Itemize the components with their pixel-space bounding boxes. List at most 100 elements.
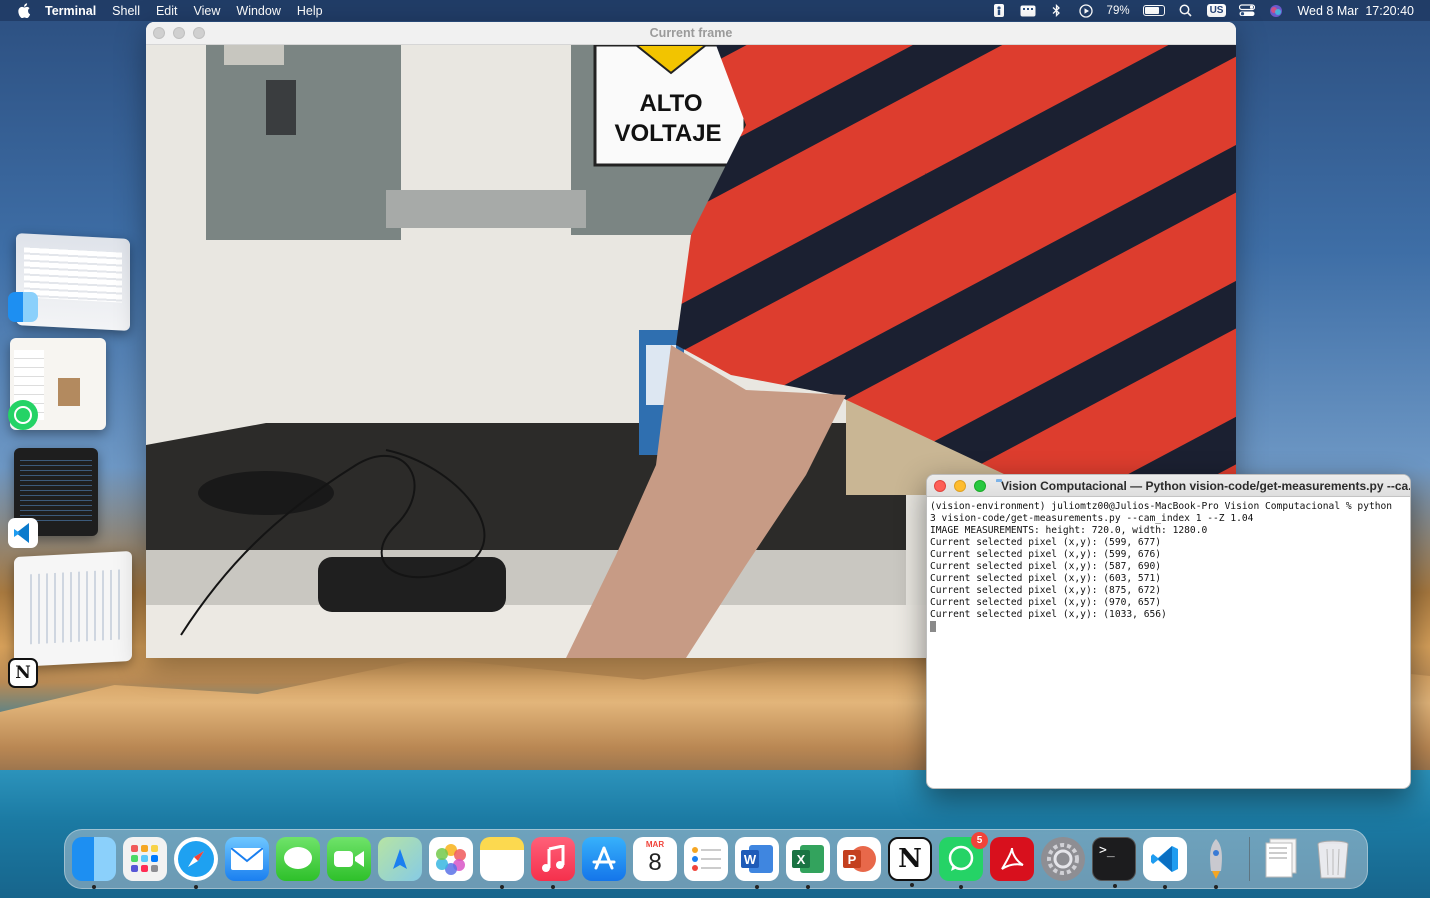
frame-window-titlebar[interactable]: Current frame <box>146 22 1236 45</box>
dock-system-settings[interactable] <box>1041 837 1085 881</box>
input-source-badge[interactable]: US <box>1206 4 1227 17</box>
menubar-clock[interactable]: Wed 8 Mar 17:20:40 <box>1297 4 1414 18</box>
terminal-window-controls <box>934 479 986 492</box>
dock: MAR 8 W X P N 5 >_ <box>64 829 1368 889</box>
calendar-month: MAR <box>645 840 665 849</box>
sign-line-2: VOLTAJE <box>614 120 721 147</box>
dock-launchpad[interactable] <box>123 837 167 881</box>
vscode-icon <box>8 518 38 548</box>
dock-separator <box>1249 837 1250 881</box>
dock-safari[interactable] <box>174 837 218 889</box>
terminal-line: Current selected pixel (x,y): (587, 690) <box>930 561 1162 572</box>
running-indicator <box>755 885 759 889</box>
stage-manager-finder[interactable] <box>8 233 132 331</box>
dock-rocket-app[interactable] <box>1194 837 1238 889</box>
dock-powerpoint[interactable]: P <box>837 837 881 881</box>
stage-manager-vscode[interactable] <box>8 448 100 548</box>
terminal-window[interactable]: Vision Computacional — Python vision-cod… <box>926 474 1411 789</box>
dock-maps[interactable] <box>378 837 422 881</box>
dock-word[interactable]: W <box>735 837 779 889</box>
terminal-line: 3 vision-code/get-measurements.py --cam_… <box>930 513 1254 524</box>
terminal-line: Current selected pixel (x,y): (599, 676) <box>930 549 1162 560</box>
terminal-line: Current selected pixel (x,y): (599, 677) <box>930 537 1162 548</box>
terminal-line: Current selected pixel (x,y): (875, 672) <box>930 585 1162 596</box>
running-indicator <box>92 885 96 889</box>
running-indicator <box>1113 884 1117 888</box>
notion-icon: N <box>8 658 38 688</box>
minimize-button[interactable] <box>954 479 966 492</box>
frame-window-title: Current frame <box>649 26 733 40</box>
zoom-button[interactable] <box>974 479 986 492</box>
terminal-line: Current selected pixel (x,y): (603, 571) <box>930 573 1162 584</box>
terminal-line: IMAGE MEASUREMENTS: height: 720.0, width… <box>930 525 1208 536</box>
terminal-cursor-line[interactable] <box>930 621 1407 634</box>
battery-level <box>1144 7 1159 14</box>
battery-percent: 79% <box>1106 4 1130 17</box>
notification-badge: 5 <box>971 832 988 849</box>
apple-menu-icon[interactable] <box>17 3 31 18</box>
notion-window-thumbnail <box>14 550 132 668</box>
spotlight-search-icon[interactable] <box>1178 4 1194 17</box>
terminal-title-text: Vision Computacional — Python vision-cod… <box>1001 478 1410 493</box>
svg-text:P: P <box>848 852 857 867</box>
dock-whatsapp[interactable]: 5 <box>939 832 988 889</box>
dock-downloads-stack[interactable] <box>1260 837 1304 881</box>
dock-reminders[interactable] <box>684 837 728 881</box>
svg-text:X: X <box>797 852 806 867</box>
stage-manager-whatsapp[interactable] <box>8 338 108 430</box>
terminal-line: Current selected pixel (x,y): (1033, 656… <box>930 609 1167 620</box>
menu-app-terminal[interactable]: Terminal <box>45 4 96 18</box>
dock-notes[interactable] <box>480 837 524 889</box>
menu-edit[interactable]: Edit <box>156 4 178 18</box>
dock-vscode[interactable] <box>1143 837 1187 889</box>
menu-window[interactable]: Window <box>236 4 280 18</box>
terminal-output[interactable]: (vision-environment) juliomtz00@Julios-M… <box>927 497 1410 638</box>
stage-manager-notion[interactable]: N <box>8 550 134 688</box>
terminal-prompt-glyph: >_ <box>1099 843 1115 858</box>
running-indicator <box>1163 885 1167 889</box>
dock-trash[interactable] <box>1311 837 1355 881</box>
svg-text:W: W <box>744 852 757 867</box>
running-indicator <box>551 885 555 889</box>
dock-excel[interactable]: X <box>786 837 830 889</box>
dock-calendar[interactable]: MAR 8 <box>633 837 677 881</box>
bluetooth-icon[interactable] <box>1049 4 1065 17</box>
menu-bar: Terminal Shell Edit View Window Help 79%… <box>0 0 1430 21</box>
terminal-line: Current selected pixel (x,y): (970, 657) <box>930 597 1162 608</box>
sign-line-1: ALTO <box>639 90 702 117</box>
terminal-title: Vision Computacional — Python vision-cod… <box>996 478 1410 493</box>
running-indicator <box>806 885 810 889</box>
whatsapp-icon <box>8 400 38 430</box>
finder-icon <box>8 292 38 322</box>
siri-icon[interactable] <box>1268 4 1284 17</box>
accessibility-status-icon[interactable] <box>991 4 1007 17</box>
running-indicator <box>194 885 198 889</box>
menu-view[interactable]: View <box>194 4 221 18</box>
menu-help[interactable]: Help <box>297 4 323 18</box>
battery-icon[interactable] <box>1142 5 1165 16</box>
running-indicator <box>500 885 504 889</box>
dock-acrobat[interactable] <box>990 837 1034 881</box>
dock-app-store[interactable] <box>582 837 626 881</box>
terminal-line: (vision-environment) juliomtz00@Julios-M… <box>930 501 1393 512</box>
running-indicator <box>1214 885 1218 889</box>
dock-notion[interactable]: N <box>888 837 932 887</box>
dock-terminal[interactable]: >_ <box>1092 837 1136 888</box>
dock-messages[interactable] <box>276 837 320 881</box>
running-indicator <box>959 885 963 889</box>
now-playing-icon[interactable] <box>1078 3 1094 18</box>
calendar-day: 8 <box>648 849 662 876</box>
dock-music[interactable] <box>531 837 575 889</box>
terminal-titlebar[interactable]: Vision Computacional — Python vision-cod… <box>927 475 1410 497</box>
dock-mail[interactable] <box>225 837 269 881</box>
notion-logo: N <box>898 844 922 874</box>
control-center-icon[interactable] <box>1239 4 1256 17</box>
dock-photos[interactable] <box>429 837 473 881</box>
close-button[interactable] <box>934 479 946 492</box>
running-indicator <box>910 883 914 887</box>
display-status-icon[interactable] <box>1020 4 1036 17</box>
dock-finder[interactable] <box>72 837 116 889</box>
dock-facetime[interactable] <box>327 837 371 881</box>
menu-shell[interactable]: Shell <box>112 4 140 18</box>
text-cursor <box>930 621 936 632</box>
